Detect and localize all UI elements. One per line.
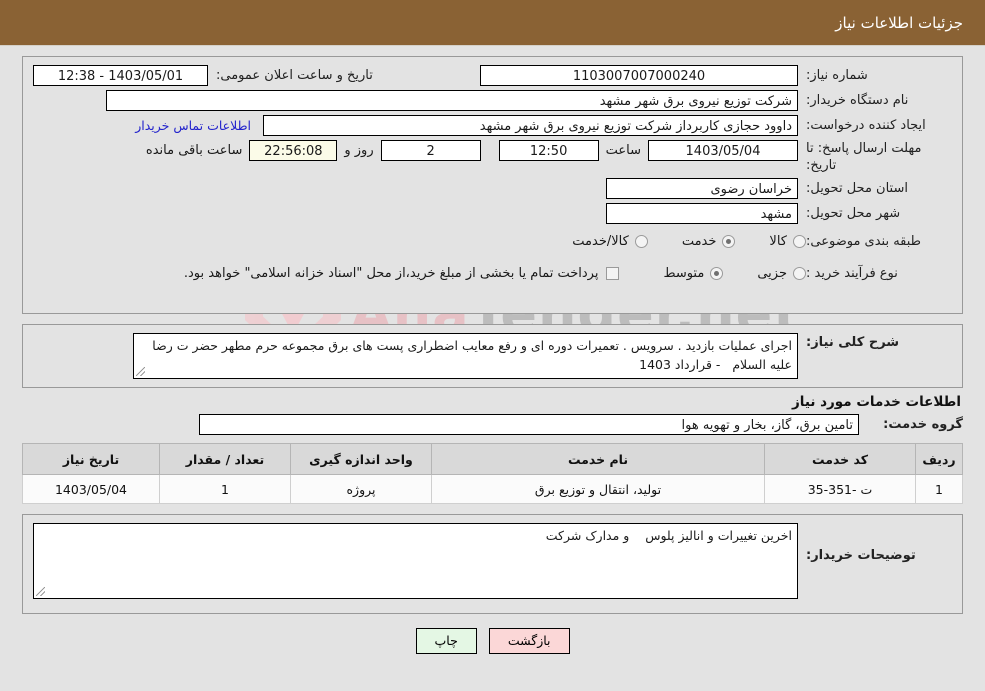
services-table: ردیف کد خدمت نام خدمت واحد اندازه گیری ت…	[22, 443, 963, 504]
need-info-panel: شماره نیاز: 1103007007000240 تاریخ و ساع…	[22, 56, 963, 314]
announce-datetime-label: تاریخ و ساعت اعلان عمومی:	[216, 68, 373, 83]
radio-process-jozei[interactable]: جزیی	[757, 266, 806, 281]
footer-button-bar: بازگشت چاپ	[0, 628, 985, 654]
services-section-title: اطلاعات خدمات مورد نیاز	[791, 394, 961, 410]
print-button[interactable]: چاپ	[415, 628, 477, 654]
radio-circle-jozei[interactable]	[793, 266, 806, 280]
th-radif: ردیف	[915, 443, 963, 475]
table-header-row: ردیف کد خدمت نام خدمت واحد اندازه گیری ت…	[22, 443, 963, 475]
radio-classification-kala[interactable]: کالا	[769, 234, 806, 249]
description-panel: شرح کلی نیاز: اجرای عملیات بازدید . سروی…	[22, 324, 963, 388]
cell-need-date: 1403/05/04	[22, 474, 160, 504]
page-title: جزئیات اطلاعات نیاز	[0, 0, 985, 46]
deadline-label: مهلت ارسال پاسخ: تا تاریخ:	[806, 141, 922, 173]
service-group-field: تامین برق، گاز، بخار و تهویه هوا	[199, 414, 859, 435]
row-need-number: شماره نیاز: 1103007007000240 تاریخ و ساع…	[23, 65, 962, 86]
cell-unit: پروژه	[290, 474, 432, 504]
deadline-time-field: 12:50	[498, 140, 599, 161]
need-number-label: شماره نیاز:	[806, 68, 868, 83]
buyer-notes-label: توضیحات خریدار:	[806, 548, 916, 563]
cell-radif: 1	[915, 474, 963, 504]
buyer-notes-textarea[interactable]: اخرین تغییرات و انالیز پلوس و مدارک شرکت	[33, 523, 798, 599]
row-requester: ایجاد کننده درخواست: داوود حجازی کاربردا…	[23, 115, 962, 136]
th-service-name: نام خدمت	[431, 443, 765, 475]
treasury-checkbox-label: پرداخت تمام یا بخشی از مبلغ خرید،از محل …	[183, 265, 599, 281]
radio-circle-motavaset[interactable]	[710, 266, 724, 280]
th-quantity: تعداد / مقدار	[159, 443, 291, 475]
classification-label: طبقه بندی موضوعی:	[806, 233, 922, 249]
process-type-label: نوع فرآیند خرید :	[806, 265, 898, 281]
deadline-date-field: 1403/05/04	[648, 140, 798, 161]
table-row: 1 ت -351-35 تولید، انتقال و توزیع برق پر…	[22, 474, 963, 504]
deadline-time-label: ساعت	[605, 143, 641, 158]
treasury-checkbox-row[interactable]: پرداخت تمام یا بخشی از مبلغ خرید،از محل …	[184, 261, 620, 285]
row-buyer-org: نام دستگاه خریدار: شرکت توزیع نیروی برق …	[23, 90, 962, 111]
requester-field: داوود حجازی کاربرداز شرکت توزیع نیروی بر…	[263, 115, 798, 136]
page-root: جزئیات اطلاعات نیاز شماره نیاز: 11030070…	[0, 0, 985, 654]
th-need-date: تاریخ نیاز	[22, 443, 160, 475]
remaining-time-label: ساعت باقی مانده	[145, 143, 243, 158]
radio-classification-khedmat[interactable]: خدمت	[682, 234, 736, 249]
description-textarea[interactable]: اجرای عملیات بازدید . سرویس . تعمیرات دو…	[133, 333, 798, 379]
cell-service-code: ت -351-35	[764, 474, 916, 504]
radio-circle-khedmat[interactable]	[722, 234, 736, 248]
remaining-time-field: 22:56:08	[249, 140, 338, 161]
cell-quantity: 1	[159, 474, 291, 504]
treasury-checkbox[interactable]	[606, 266, 620, 280]
back-button[interactable]: بازگشت	[488, 628, 570, 654]
radio-label-motavaset: متوسط	[663, 265, 705, 281]
announce-datetime-field: 1403/05/01 - 12:38	[33, 65, 208, 86]
radio-label-jozei: جزیی	[757, 265, 787, 281]
row-service-group: گروه خدمت: تامین برق، گاز، بخار و تهویه …	[0, 414, 985, 435]
buyer-org-field: شرکت توزیع نیروی برق شهر مشهد	[106, 90, 798, 111]
city-label: شهر محل تحویل:	[806, 206, 901, 221]
description-label: شرح کلی نیاز:	[806, 335, 900, 350]
buyer-org-label: نام دستگاه خریدار:	[806, 93, 909, 108]
remaining-days-field: 2	[380, 140, 481, 161]
remaining-days-label: روز و	[344, 143, 374, 158]
radio-process-motavaset[interactable]: متوسط	[663, 265, 724, 281]
need-number-field: 1103007007000240	[480, 65, 798, 86]
th-service-code: کد خدمت	[764, 443, 916, 475]
buyer-contact-link[interactable]: اطلاعات تماس خریدار	[135, 115, 251, 136]
row-classification: طبقه بندی موضوعی: کالا خدمت کالا/خدمت	[23, 228, 962, 254]
province-label: استان محل تحویل:	[806, 181, 908, 196]
radio-label-khedmat: خدمت	[681, 233, 717, 249]
cell-service-name: تولید، انتقال و توزیع برق	[431, 474, 765, 504]
row-process-type: نوع فرآیند خرید : جزیی متوسط پرداخت تمام…	[23, 260, 962, 286]
row-province: استان محل تحویل: خراسان رضوی	[23, 178, 962, 199]
row-description: شرح کلی نیاز: اجرای عملیات بازدید . سروی…	[23, 333, 962, 379]
row-city: شهر محل تحویل: مشهد	[23, 203, 962, 224]
radio-circle-kala-khedmat[interactable]	[634, 234, 648, 248]
buyer-notes-panel: توضیحات خریدار: اخرین تغییرات و انالیز پ…	[22, 514, 963, 614]
requester-label: ایجاد کننده درخواست:	[806, 118, 926, 133]
services-table-wrapper: ردیف کد خدمت نام خدمت واحد اندازه گیری ت…	[22, 443, 963, 504]
province-field: خراسان رضوی	[606, 178, 798, 199]
radio-circle-kala[interactable]	[793, 234, 806, 248]
service-group-label: گروه خدمت:	[883, 417, 963, 432]
row-buyer-notes: توضیحات خریدار: اخرین تغییرات و انالیز پ…	[23, 523, 962, 599]
radio-classification-kala-khedmat[interactable]: کالا/خدمت	[572, 234, 648, 249]
radio-label-kala-khedmat: کالا/خدمت	[572, 233, 629, 249]
city-field: مشهد	[606, 203, 798, 224]
th-unit: واحد اندازه گیری	[290, 443, 432, 475]
radio-label-kala: کالا	[769, 233, 787, 249]
row-deadline: مهلت ارسال پاسخ: تا تاریخ: 1403/05/04 سا…	[23, 140, 962, 174]
